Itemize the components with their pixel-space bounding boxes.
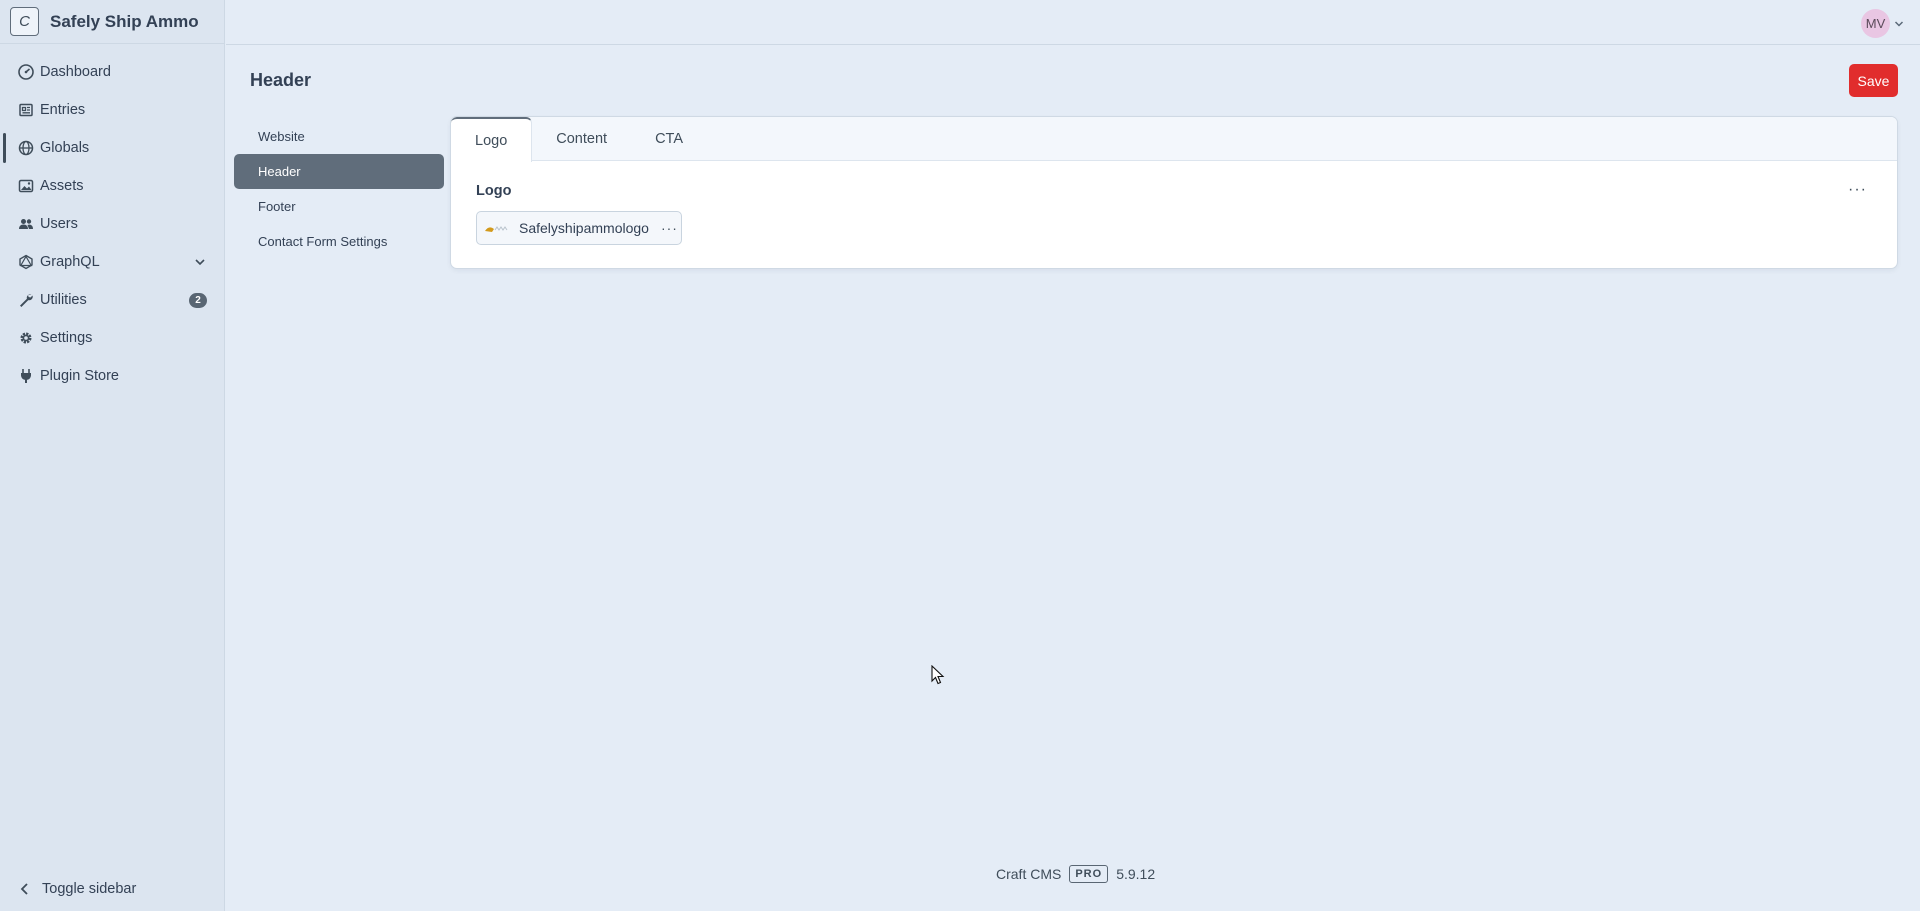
nav-item-utilities[interactable]: Utilities 2 bbox=[0, 281, 224, 319]
sidebar: C Safely Ship Ammo Dashboard Entries Glo… bbox=[0, 0, 225, 911]
tab-cta[interactable]: CTA bbox=[631, 117, 707, 161]
global-set-header[interactable]: Header bbox=[234, 154, 444, 189]
top-bar: MV bbox=[226, 0, 1920, 45]
page-title: Header bbox=[250, 70, 312, 90]
toggle-sidebar-button[interactable]: Toggle sidebar bbox=[18, 881, 136, 897]
asset-thumbnail bbox=[485, 226, 508, 232]
nav-label: Assets bbox=[40, 178, 84, 194]
chevron-down-icon[interactable] bbox=[1894, 19, 1904, 29]
nav-item-plugin-store[interactable]: Plugin Store bbox=[0, 357, 224, 395]
asset-name: Safelyshipammologo bbox=[519, 220, 649, 236]
edition-badge: PRO bbox=[1069, 865, 1109, 883]
nav-item-users[interactable]: Users bbox=[0, 205, 224, 243]
nav-item-entries[interactable]: Entries bbox=[0, 91, 224, 129]
gauge-icon bbox=[18, 64, 34, 80]
image-icon bbox=[18, 178, 34, 194]
nav-item-globals[interactable]: Globals bbox=[0, 129, 224, 167]
site-header[interactable]: C Safely Ship Ammo bbox=[0, 0, 224, 44]
wrench-icon bbox=[18, 292, 34, 308]
nav-item-graphql[interactable]: GraphQL bbox=[0, 243, 224, 281]
avatar[interactable]: MV bbox=[1861, 9, 1890, 38]
tab-content[interactable]: Content bbox=[532, 117, 631, 161]
tab-logo[interactable]: Logo bbox=[451, 117, 533, 162]
site-icon[interactable]: C bbox=[10, 7, 39, 36]
nav-label: Users bbox=[40, 216, 78, 232]
asset-chip[interactable]: Safelyshipammologo ··· bbox=[476, 211, 682, 245]
nav-label: Dashboard bbox=[40, 64, 111, 80]
asset-actions-button[interactable]: ··· bbox=[661, 220, 678, 236]
nav-label: Settings bbox=[40, 330, 93, 346]
users-icon bbox=[18, 216, 34, 232]
utilities-badge: 2 bbox=[189, 293, 207, 308]
global-sets-list: Website Header Footer Contact Form Setti… bbox=[234, 119, 444, 259]
nav-label: Utilities bbox=[40, 292, 87, 308]
nav-label: Entries bbox=[40, 102, 86, 118]
main-nav: Dashboard Entries Globals Assets Users G… bbox=[0, 53, 224, 395]
global-set-contact-form-settings[interactable]: Contact Form Settings bbox=[234, 224, 444, 259]
tab-bar: Logo Content CTA bbox=[451, 117, 1897, 162]
version-number: 5.9.12 bbox=[1116, 866, 1156, 882]
mouse-cursor-icon bbox=[931, 665, 945, 685]
newspaper-icon bbox=[18, 102, 34, 118]
nav-item-assets[interactable]: Assets bbox=[0, 167, 224, 205]
save-button[interactable]: Save bbox=[1849, 64, 1898, 97]
global-set-website[interactable]: Website bbox=[234, 119, 444, 154]
global-set-footer[interactable]: Footer bbox=[234, 189, 444, 224]
graphql-icon bbox=[18, 254, 34, 270]
toggle-sidebar-label: Toggle sidebar bbox=[42, 881, 137, 897]
chevron-down-icon[interactable] bbox=[194, 256, 206, 268]
product-name: Craft CMS bbox=[996, 866, 1062, 882]
nav-label: GraphQL bbox=[40, 254, 100, 270]
footer: Craft CMS PRO 5.9.12 bbox=[996, 865, 1155, 883]
editor-panel: Logo Content CTA Logo ··· Safelyshipammo… bbox=[451, 117, 1897, 268]
user-menu[interactable]: MV bbox=[1861, 9, 1904, 38]
nav-label: Globals bbox=[40, 140, 90, 156]
nav-item-settings[interactable]: Settings bbox=[0, 319, 224, 357]
site-name[interactable]: Safely Ship Ammo bbox=[50, 12, 199, 32]
globe-icon bbox=[18, 140, 34, 156]
nav-label: Plugin Store bbox=[40, 368, 119, 384]
nav-item-dashboard[interactable]: Dashboard bbox=[0, 53, 224, 91]
field-actions-button[interactable]: ··· bbox=[1848, 181, 1867, 199]
chevron-left-icon bbox=[20, 883, 28, 895]
logo-field-label: Logo bbox=[476, 183, 512, 199]
plug-icon bbox=[18, 368, 34, 384]
gear-icon bbox=[18, 330, 34, 346]
